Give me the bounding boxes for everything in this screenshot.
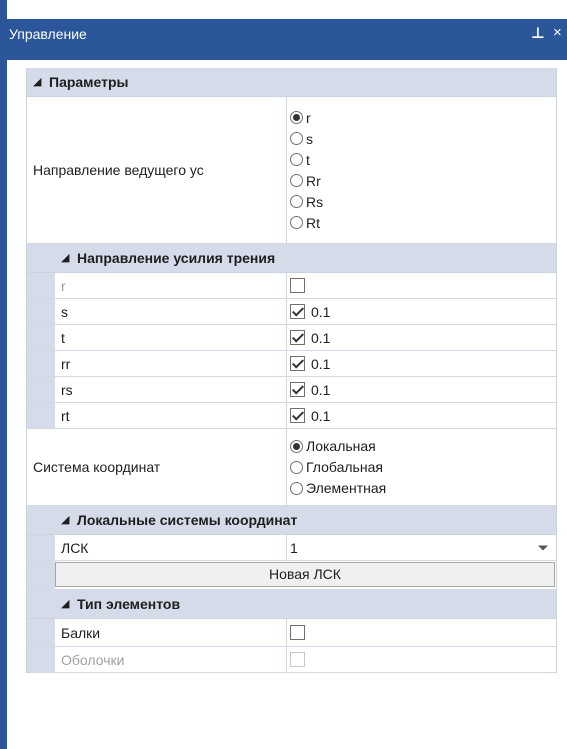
friction-value[interactable]: 0.1 <box>311 304 330 320</box>
category-label: Тип элементов <box>77 596 181 612</box>
radio-option-rr[interactable]: Rr <box>290 170 323 191</box>
property-name: ЛСК <box>55 535 287 560</box>
property-row-lead-direction: Направление ведущего ус r s t Rr Rs Rt <box>27 97 556 244</box>
window-left-edge <box>0 0 7 749</box>
radio-group-coordinate-system: Локальная Глобальная Элементная <box>287 429 556 505</box>
property-name: s <box>55 299 287 324</box>
property-name: Направление ведущего ус <box>27 97 287 243</box>
chevron-down-icon[interactable] <box>538 545 548 550</box>
new-lsk-button[interactable]: Новая ЛСК <box>55 562 555 587</box>
radio-button-icon[interactable] <box>290 111 303 124</box>
property-row-beams: Балки <box>27 619 556 647</box>
category-label: Параметры <box>49 74 129 90</box>
category-friction-direction[interactable]: ◢ Направление усилия трения <box>27 244 556 273</box>
checkbox[interactable] <box>290 278 305 293</box>
collapse-triangle-icon[interactable]: ◢ <box>33 68 41 96</box>
friction-row-rt: rt 0.1 <box>27 403 556 429</box>
checkbox <box>290 652 305 667</box>
category-element-type[interactable]: ◢ Тип элементов <box>27 590 556 619</box>
friction-row-s: s 0.1 <box>27 299 556 325</box>
property-row-shells: Оболочки <box>27 647 556 673</box>
panel-titlebar: Управление ⊥ × <box>0 19 567 50</box>
lsk-dropdown-value: 1 <box>290 539 298 556</box>
property-grid: ◢ Параметры Направление ведущего ус r s … <box>26 68 557 673</box>
radio-option-local[interactable]: Локальная <box>290 436 386 457</box>
friction-value[interactable]: 0.1 <box>311 382 330 398</box>
category-label: Локальные системы координат <box>77 512 298 528</box>
friction-row-rs: rs 0.1 <box>27 377 556 403</box>
collapse-triangle-icon[interactable]: ◢ <box>61 506 69 534</box>
friction-row-t: t 0.1 <box>27 325 556 351</box>
collapse-triangle-icon[interactable]: ◢ <box>61 244 69 272</box>
property-row-coordinate-system: Система координат Локальная Глобальная Э… <box>27 429 556 506</box>
radio-button-icon[interactable] <box>290 153 303 166</box>
new-lsk-row: Новая ЛСК <box>27 561 556 590</box>
radio-option-rs[interactable]: Rs <box>290 191 323 212</box>
radio-button-icon[interactable] <box>290 439 303 453</box>
lsk-dropdown[interactable]: 1 <box>287 535 556 560</box>
property-name: Балки <box>55 619 287 646</box>
radio-option-r[interactable]: r <box>290 107 323 128</box>
friction-value[interactable]: 0.1 <box>311 408 330 424</box>
property-row-lsk: ЛСК 1 <box>27 535 556 561</box>
radio-button-icon[interactable] <box>290 195 303 208</box>
radio-button-icon[interactable] <box>290 481 303 495</box>
close-icon[interactable]: × <box>553 24 562 41</box>
radio-option-t[interactable]: t <box>290 149 323 170</box>
radio-option-rt[interactable]: Rt <box>290 212 323 233</box>
pin-icon[interactable]: ⊥ <box>531 24 545 42</box>
category-label: Направление усилия трения <box>77 250 276 266</box>
friction-value[interactable]: 0.1 <box>311 330 330 346</box>
radio-option-s[interactable]: s <box>290 128 323 149</box>
radio-group-lead-direction: r s t Rr Rs Rt <box>287 97 556 243</box>
checkbox[interactable] <box>290 382 305 397</box>
checkbox[interactable] <box>290 625 305 640</box>
property-name: rr <box>55 351 287 376</box>
radio-button-icon[interactable] <box>290 216 303 229</box>
checkbox[interactable] <box>290 408 305 423</box>
radio-button-icon[interactable] <box>290 460 303 474</box>
friction-value[interactable]: 0.1 <box>311 356 330 372</box>
checkbox[interactable] <box>290 356 305 371</box>
category-parameters[interactable]: ◢ Параметры <box>27 68 556 97</box>
property-name: Оболочки <box>55 647 287 672</box>
property-name: Система координат <box>27 429 287 505</box>
category-local-coordinate-systems[interactable]: ◢ Локальные системы координат <box>27 506 556 535</box>
property-name: rt <box>55 403 287 428</box>
radio-option-element[interactable]: Элементная <box>290 478 386 499</box>
property-name: r <box>55 273 287 298</box>
checkbox[interactable] <box>290 330 305 345</box>
control-panel-window: Управление ⊥ × ◢ Параметры Направление в… <box>0 0 567 749</box>
property-name: t <box>55 325 287 350</box>
checkbox[interactable] <box>290 304 305 319</box>
radio-option-global[interactable]: Глобальная <box>290 457 386 478</box>
friction-row-r: r <box>27 273 556 299</box>
titlebar-band <box>7 50 567 60</box>
property-name: rs <box>55 377 287 402</box>
collapse-triangle-icon[interactable]: ◢ <box>61 590 69 618</box>
radio-button-icon[interactable] <box>290 174 303 187</box>
radio-button-icon[interactable] <box>290 132 303 145</box>
panel-title: Управление <box>9 26 87 42</box>
friction-row-rr: rr 0.1 <box>27 351 556 377</box>
